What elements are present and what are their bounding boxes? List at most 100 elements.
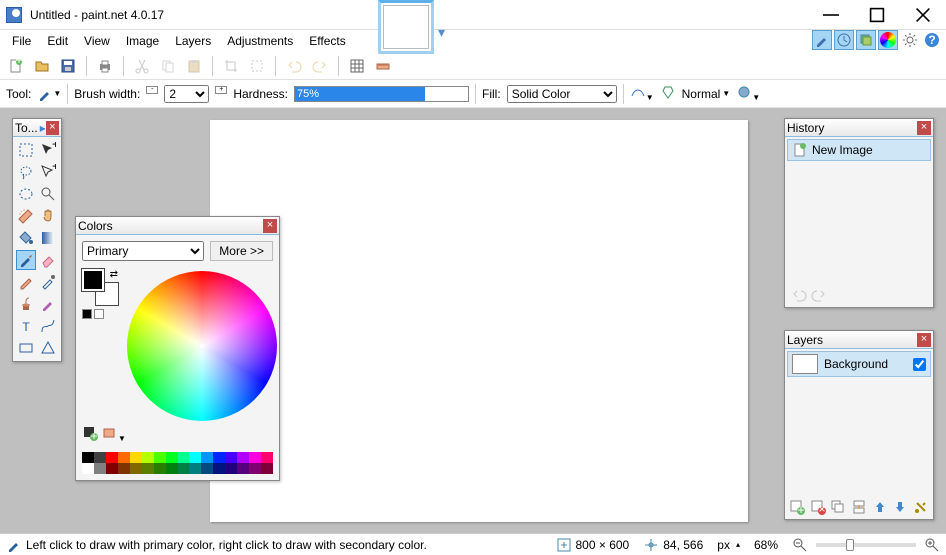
palette-swatch[interactable] [166, 452, 178, 463]
color-palette[interactable] [82, 452, 273, 474]
palette-swatch[interactable] [201, 463, 213, 474]
deselect-button[interactable] [247, 56, 267, 76]
palette-swatch[interactable] [261, 452, 273, 463]
colors-window-toggle[interactable] [878, 30, 898, 50]
close-button[interactable] [900, 0, 946, 30]
magic-wand-tool[interactable] [16, 206, 36, 226]
history-undo-icon[interactable] [791, 287, 807, 303]
new-button[interactable]: + [6, 56, 26, 76]
recolor-tool[interactable] [38, 294, 58, 314]
color-picker-tool[interactable] [38, 272, 58, 292]
move-pixels-tool[interactable]: + [38, 162, 58, 182]
alpha-blend-toggle[interactable] [660, 84, 676, 103]
paintbrush-tool[interactable] [16, 250, 36, 270]
grid-button[interactable] [347, 56, 367, 76]
duplicate-layer-button[interactable] [830, 499, 846, 515]
delete-layer-button[interactable]: × [810, 499, 826, 515]
pan-tool[interactable] [38, 206, 58, 226]
palette-swatch[interactable] [189, 452, 201, 463]
move-selection-tool[interactable]: + [38, 140, 58, 160]
ellipse-select-tool[interactable] [16, 184, 36, 204]
palette-swatch[interactable] [154, 463, 166, 474]
brush-width-increment[interactable]: + [215, 86, 227, 102]
palette-swatch[interactable] [118, 463, 130, 474]
line-tool[interactable] [38, 316, 58, 336]
layer-properties-button[interactable] [913, 499, 929, 515]
fill-select[interactable]: Solid Color [507, 85, 617, 103]
palette-swatch[interactable] [249, 452, 261, 463]
palette-swatch[interactable] [225, 463, 237, 474]
colors-panel-header[interactable]: Colors × [76, 217, 279, 235]
antialias-toggle[interactable]: ▼ [630, 84, 654, 103]
color-swatches[interactable]: ⇄ [82, 269, 118, 305]
crop-button[interactable] [221, 56, 241, 76]
rect-select-tool[interactable] [16, 140, 36, 160]
layers-window-toggle[interactable] [856, 30, 876, 50]
palette-swatch[interactable] [106, 452, 118, 463]
tools-panel-close[interactable]: × [46, 121, 59, 135]
color-wheel[interactable] [127, 271, 277, 421]
history-redo-icon[interactable] [811, 287, 827, 303]
clone-stamp-tool[interactable] [16, 294, 36, 314]
history-window-toggle[interactable] [834, 30, 854, 50]
lasso-tool[interactable] [16, 162, 36, 182]
palette-swatch[interactable] [261, 463, 273, 474]
undo-button[interactable] [284, 56, 304, 76]
tool-selector[interactable]: ▼ [37, 86, 61, 102]
zoom-in-button[interactable] [924, 537, 940, 553]
paste-button[interactable] [184, 56, 204, 76]
brush-width-decrement[interactable]: - [146, 86, 158, 102]
rectangle-tool[interactable] [16, 338, 36, 358]
layers-panel-close[interactable]: × [917, 333, 931, 347]
thumbnail-dropdown-icon[interactable]: ▾ [438, 24, 445, 41]
palette-swatch[interactable] [213, 452, 225, 463]
zoom-tool[interactable] [38, 184, 58, 204]
palette-swatch[interactable] [178, 463, 190, 474]
palette-swatch[interactable] [189, 463, 201, 474]
palette-swatch[interactable] [237, 463, 249, 474]
reset-colors[interactable] [82, 309, 92, 319]
selection-mode[interactable]: ▼ [736, 84, 760, 103]
settings-icon[interactable] [900, 30, 920, 50]
move-layer-up-button[interactable] [872, 499, 888, 515]
palette-swatch[interactable] [166, 463, 178, 474]
layers-panel-header[interactable]: Layers × [785, 331, 933, 349]
move-layer-down-button[interactable] [892, 499, 908, 515]
layer-item[interactable]: Background [787, 351, 931, 377]
save-button[interactable] [58, 56, 78, 76]
open-button[interactable] [32, 56, 52, 76]
eraser-tool[interactable] [38, 250, 58, 270]
blend-mode-select[interactable]: Normal▼ [682, 87, 731, 101]
tools-window-toggle[interactable] [812, 30, 832, 50]
menu-effects[interactable]: Effects [301, 32, 353, 50]
layer-visibility-checkbox[interactable] [913, 358, 926, 371]
palette-swatch[interactable] [178, 452, 190, 463]
menu-image[interactable]: Image [118, 32, 167, 50]
swap-colors-icon[interactable]: ⇄ [110, 269, 118, 280]
maximize-button[interactable] [854, 0, 900, 30]
palette-menu-button[interactable]: ▼ [102, 425, 126, 444]
palette-swatch[interactable] [249, 463, 261, 474]
menu-layers[interactable]: Layers [167, 32, 219, 50]
palette-swatch[interactable] [94, 463, 106, 474]
minimize-button[interactable] [808, 0, 854, 30]
add-color-button[interactable]: + [82, 425, 98, 444]
palette-swatch[interactable] [94, 452, 106, 463]
palette-swatch[interactable] [130, 463, 142, 474]
ruler-button[interactable] [373, 56, 393, 76]
palette-swatch[interactable] [106, 463, 118, 474]
palette-swatch[interactable] [142, 463, 154, 474]
color-wheel-picker[interactable] [198, 342, 206, 350]
fill-tool[interactable] [16, 228, 36, 248]
reset-colors-white[interactable] [94, 309, 104, 319]
palette-swatch[interactable] [82, 452, 94, 463]
menu-view[interactable]: View [76, 32, 118, 50]
copy-button[interactable] [158, 56, 178, 76]
redo-button[interactable] [310, 56, 330, 76]
history-panel-close[interactable]: × [917, 121, 931, 135]
menu-adjustments[interactable]: Adjustments [219, 32, 301, 50]
help-icon[interactable]: ? [922, 30, 942, 50]
unit-selector[interactable]: px▴ [717, 538, 740, 552]
cut-button[interactable] [132, 56, 152, 76]
text-tool[interactable]: T [16, 316, 36, 336]
